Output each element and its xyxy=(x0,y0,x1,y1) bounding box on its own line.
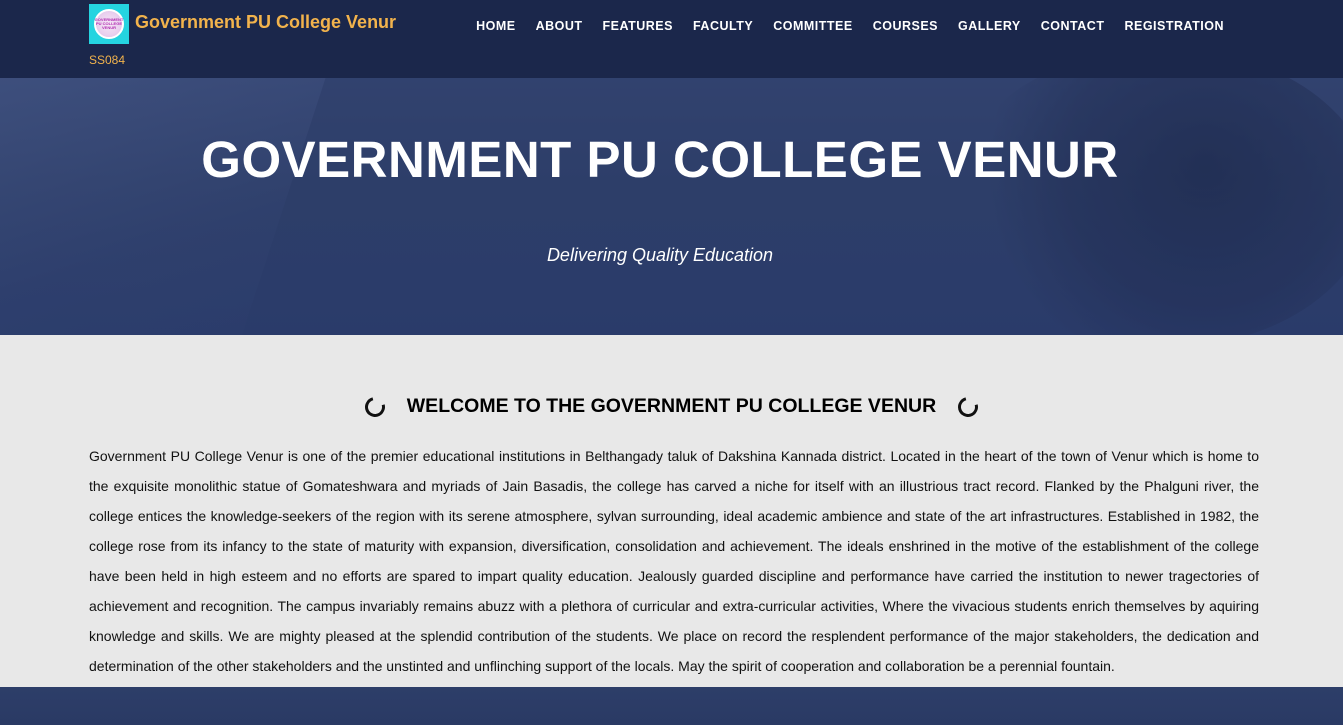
main-nav: HOME ABOUT FEATURES FACULTY COMMITTEE CO… xyxy=(466,18,1234,34)
brand-code: SS084 xyxy=(89,53,126,67)
hero-overlay xyxy=(0,78,1343,335)
hero-banner: GOVERNMENT PU COLLEGE VENUR Delivering Q… xyxy=(0,78,1343,335)
nav-home[interactable]: HOME xyxy=(466,18,526,34)
brand-name[interactable]: Government PU College Venur xyxy=(135,12,396,33)
nav-features[interactable]: FEATURES xyxy=(593,18,683,34)
nav-faculty[interactable]: FACULTY xyxy=(683,18,763,34)
welcome-section: WELCOME TO THE GOVERNMENT PU COLLEGE VEN… xyxy=(0,335,1343,687)
navbar: GOVERNMENT PU COLLEGE VENUR Government P… xyxy=(0,0,1343,78)
nav-about[interactable]: ABOUT xyxy=(526,18,593,34)
ring-icon xyxy=(361,392,389,421)
nav-registration[interactable]: REGISTRATION xyxy=(1114,18,1234,34)
ring-icon xyxy=(954,392,982,421)
hero-subtitle: Delivering Quality Education xyxy=(546,245,774,265)
nav-gallery[interactable]: GALLERY xyxy=(948,18,1031,34)
college-logo-emblem: GOVERNMENT PU COLLEGE VENUR xyxy=(94,9,124,39)
nav-contact[interactable]: CONTACT xyxy=(1031,18,1115,34)
next-section-band xyxy=(0,687,1343,725)
welcome-title: WELCOME TO THE GOVERNMENT PU COLLEGE VEN… xyxy=(406,395,937,417)
hero-title: GOVERNMENT PU COLLEGE VENUR xyxy=(201,131,1119,188)
college-logo[interactable]: GOVERNMENT PU COLLEGE VENUR xyxy=(89,4,129,44)
nav-courses[interactable]: COURSES xyxy=(863,18,948,34)
nav-committee[interactable]: COMMITTEE xyxy=(763,18,863,34)
welcome-paragraph: Government PU College Venur is one of th… xyxy=(89,448,1259,674)
welcome-heading: WELCOME TO THE GOVERNMENT PU COLLEGE VEN… xyxy=(0,392,1343,421)
